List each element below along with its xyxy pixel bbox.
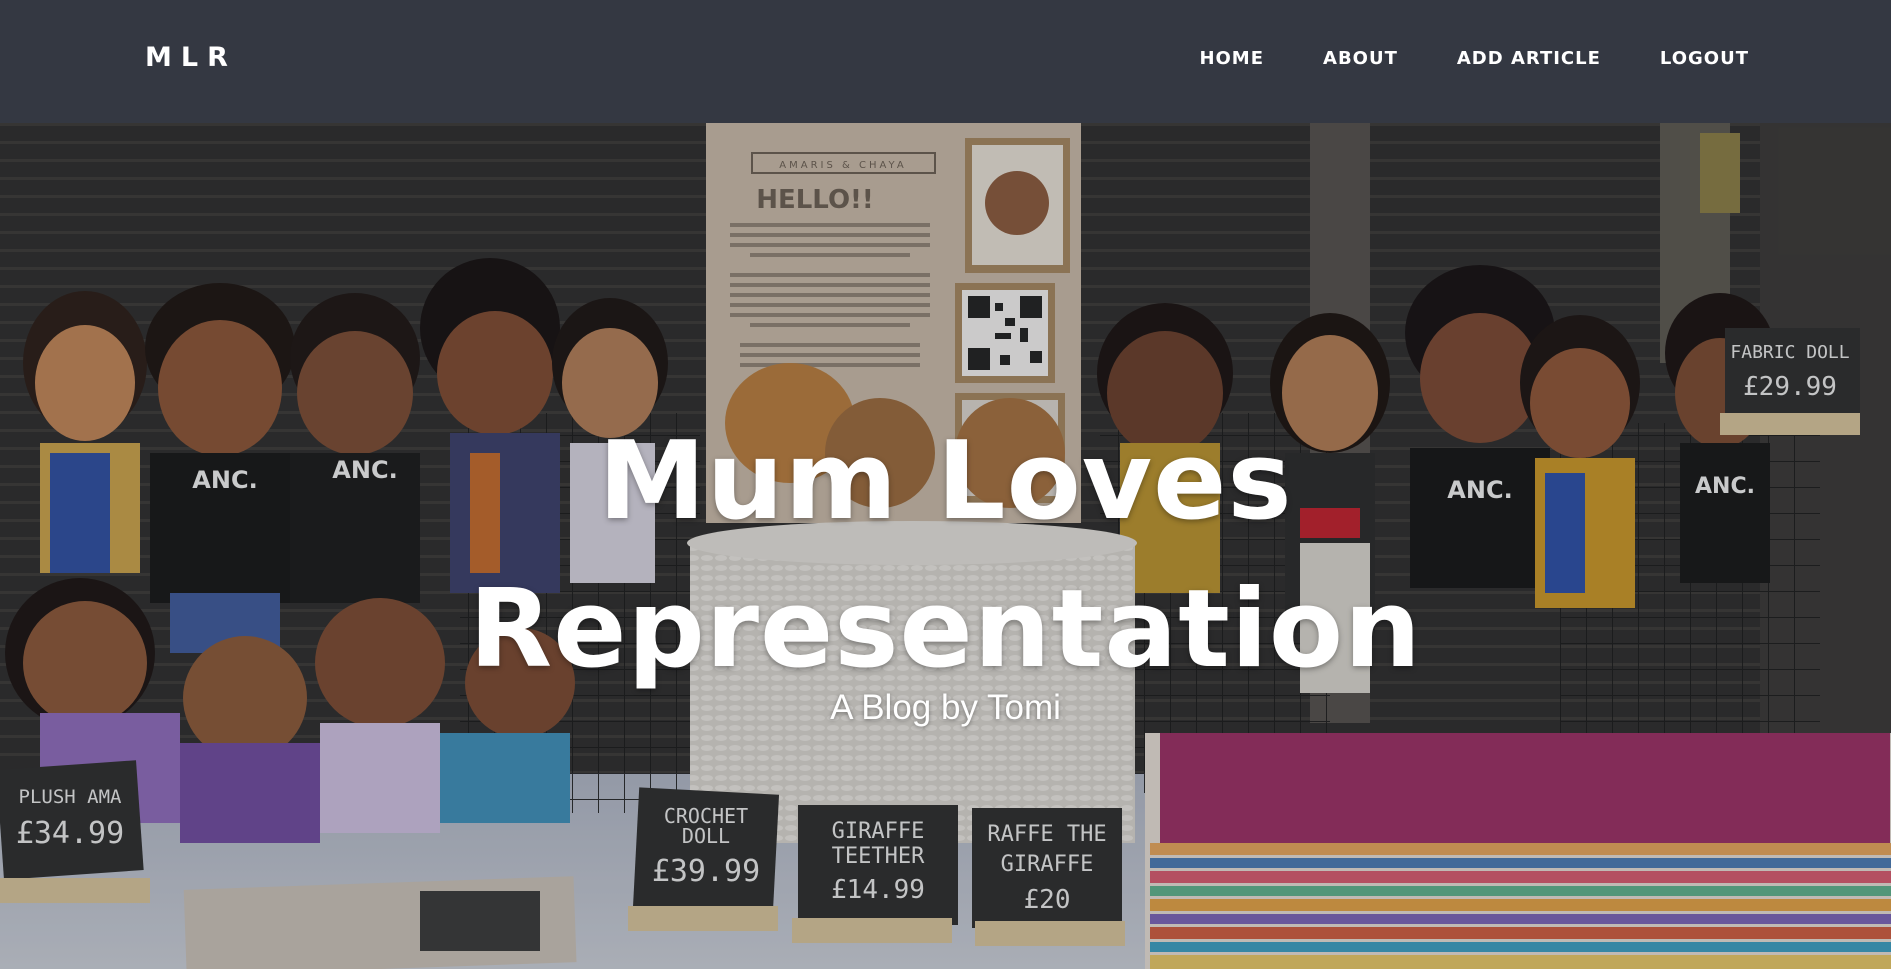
nav-link-logout[interactable]: LOGOUT	[1660, 48, 1749, 69]
hero-subtitle: A Blog by Tomi	[830, 688, 1061, 727]
page: MLR HOME ABOUT ADD ARTICLE LOGOUT AMARIS…	[0, 0, 1891, 969]
navbar: MLR HOME ABOUT ADD ARTICLE LOGOUT	[0, 0, 1891, 123]
brand-logo[interactable]: MLR	[145, 42, 237, 73]
hero-section: AMARIS & CHAYA HELLO!! ANC. ANC. ANC. AN…	[0, 123, 1891, 969]
nav-link-home[interactable]: HOME	[1199, 48, 1264, 69]
nav-link-add-article[interactable]: ADD ARTICLE	[1457, 48, 1601, 69]
nav-link-about[interactable]: ABOUT	[1323, 48, 1398, 69]
nav-links: HOME ABOUT ADD ARTICLE LOGOUT	[1140, 48, 1749, 69]
hero-title-text: Mum Loves Representation	[469, 419, 1422, 692]
hero-title: Mum Loves Representation	[0, 408, 1891, 704]
